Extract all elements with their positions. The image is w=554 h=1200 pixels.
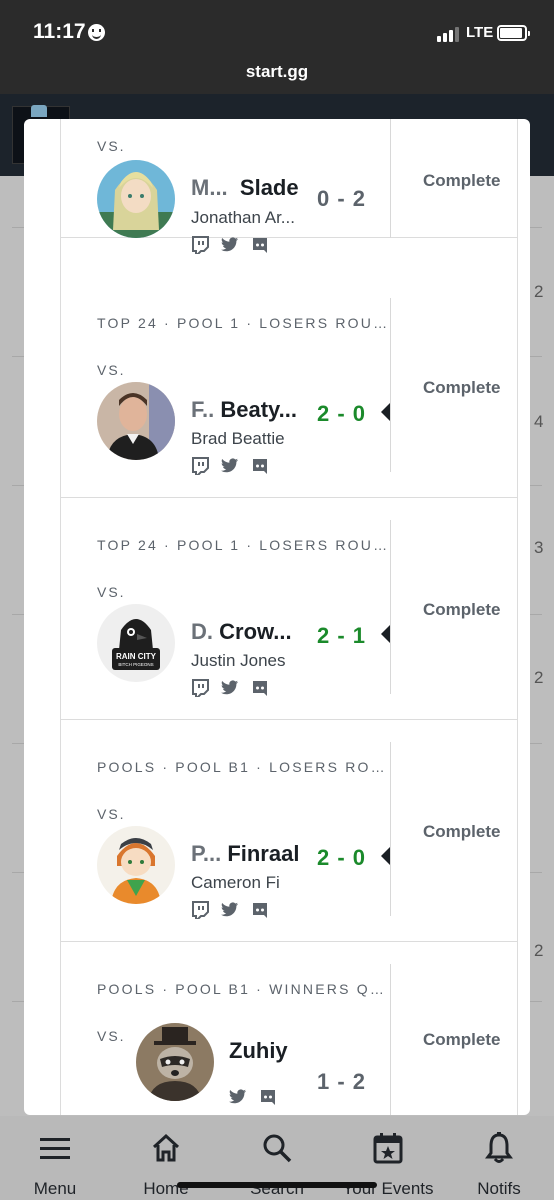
real-name: Justin Jones xyxy=(191,651,286,670)
svg-text:BITCH PIGEONS: BITCH PIGEONS xyxy=(118,662,153,667)
vs-label: VS. xyxy=(97,138,126,154)
match-list[interactable]: VS. M... Slade Jonathan Ar... 0 - 2 Comp… xyxy=(60,119,518,1115)
background-count: 2 xyxy=(534,941,544,960)
discord-icon[interactable] xyxy=(259,1088,277,1106)
match-card[interactable]: POOLS · POOL B1 · WINNERS QU... VS. Zuhi… xyxy=(61,942,517,1115)
player-name[interactable]: Zuhiy xyxy=(229,1038,288,1064)
svg-text:RAIN CITY: RAIN CITY xyxy=(116,652,157,661)
match-status: Complete xyxy=(423,378,501,397)
match-status: Complete xyxy=(423,1030,501,1049)
bell-icon xyxy=(444,1131,554,1165)
match-score: 2 - 0 xyxy=(317,401,367,426)
match-status: Complete xyxy=(423,171,501,190)
match-card[interactable]: VS. M... Slade Jonathan Ar... 0 - 2 Comp… xyxy=(61,119,517,255)
match-score: 2 - 0 xyxy=(317,845,367,870)
nav-label: Notifs xyxy=(477,1179,521,1198)
nav-label: Menu xyxy=(33,1179,77,1198)
winner-indicator xyxy=(381,403,390,421)
match-status: Complete xyxy=(423,600,501,619)
twitter-icon[interactable] xyxy=(229,1088,247,1106)
winner-indicator xyxy=(381,847,390,865)
menu-icon xyxy=(0,1131,110,1165)
twitch-icon[interactable] xyxy=(191,457,209,476)
gamertag: Slade xyxy=(239,175,299,200)
twitter-icon[interactable] xyxy=(221,457,239,475)
nav-search[interactable]: Search xyxy=(222,1131,332,1199)
network-label: LTE xyxy=(466,24,494,41)
twitch-icon[interactable] xyxy=(191,901,209,920)
match-score: 1 - 2 xyxy=(317,1069,367,1094)
sponsor-prefix: M... xyxy=(191,175,228,200)
player-avatar[interactable] xyxy=(136,1023,214,1101)
status-time: 11:17 xyxy=(33,20,86,43)
round-label: POOLS · POOL B1 · WINNERS QU... xyxy=(97,981,389,997)
vs-label: VS. xyxy=(97,584,126,600)
discord-icon[interactable] xyxy=(251,679,269,697)
player-avatar[interactable] xyxy=(97,382,175,460)
social-links xyxy=(191,236,269,255)
social-links xyxy=(191,679,269,698)
background-count: 4 xyxy=(534,412,544,431)
url-text: start.gg xyxy=(245,62,309,81)
nav-home[interactable]: Home xyxy=(111,1131,221,1199)
twitch-icon[interactable] xyxy=(191,236,209,255)
round-label: POOLS · POOL B1 · LOSERS ROU... xyxy=(97,759,389,775)
calendar-star-icon xyxy=(333,1131,443,1165)
gamertag: Crow... xyxy=(219,619,292,644)
vs-label: VS. xyxy=(97,806,126,822)
match-status: Complete xyxy=(423,822,501,841)
nav-notifs[interactable]: Notifs xyxy=(444,1131,554,1199)
sponsor-prefix: P... xyxy=(191,841,222,866)
match-card[interactable]: TOP 24 · POOL 1 · LOSERS ROUN... VS. RAI… xyxy=(61,498,517,720)
discord-icon[interactable] xyxy=(251,901,269,919)
background-count: 3 xyxy=(534,538,544,557)
match-score: 0 - 2 xyxy=(317,186,367,211)
match-history-modal: VS. M... Slade Jonathan Ar... 0 - 2 Comp… xyxy=(24,119,530,1115)
real-name: Brad Beattie xyxy=(191,429,285,448)
player-avatar[interactable]: RAIN CITY BITCH PIGEONS xyxy=(97,604,175,682)
twitter-icon[interactable] xyxy=(221,679,239,697)
twitch-icon[interactable] xyxy=(191,679,209,698)
social-links xyxy=(229,1088,277,1106)
battery-icon xyxy=(497,25,530,41)
search-icon xyxy=(222,1131,332,1165)
nav-menu[interactable]: Menu xyxy=(0,1131,110,1199)
player-avatar[interactable] xyxy=(97,826,175,904)
twitter-icon[interactable] xyxy=(221,901,239,919)
player-name[interactable]: D. Crow... xyxy=(191,619,292,645)
background-count: 2 xyxy=(534,282,544,301)
home-indicator xyxy=(177,1182,377,1188)
sponsor-prefix: F.. xyxy=(191,397,215,422)
signal-icon xyxy=(437,26,459,42)
status-bar: 11:17 LTE xyxy=(0,0,554,56)
match-card[interactable]: TOP 24 · POOL 1 · LOSERS ROUN... VS. F..… xyxy=(61,276,517,498)
player-avatar[interactable] xyxy=(97,160,175,238)
player-name[interactable]: M... Slade xyxy=(191,175,299,201)
player-name[interactable]: F.. Beaty... xyxy=(191,397,297,423)
match-card[interactable]: POOLS · POOL B1 · LOSERS ROU... VS. P...… xyxy=(61,720,517,942)
round-label: TOP 24 · POOL 1 · LOSERS ROUN... xyxy=(97,315,389,331)
background-count: 2 xyxy=(534,668,544,687)
player-name[interactable]: P... Finraal xyxy=(191,841,299,867)
winner-indicator xyxy=(381,625,390,643)
vs-label: VS. xyxy=(97,362,126,378)
gamertag: Beaty... xyxy=(220,397,297,422)
url-bar[interactable]: start.gg xyxy=(0,56,554,94)
social-links xyxy=(191,901,269,920)
round-label: TOP 24 · POOL 1 · LOSERS ROUN... xyxy=(97,537,389,553)
sponsor-prefix: D. xyxy=(191,619,213,644)
gamertag: Finraal xyxy=(227,841,300,866)
vs-label: VS. xyxy=(97,1028,126,1044)
home-icon xyxy=(111,1131,221,1165)
focus-mode-icon xyxy=(88,24,105,41)
real-name: Jonathan Ar... xyxy=(191,208,295,227)
discord-icon[interactable] xyxy=(251,236,269,254)
real-name: Cameron Fi xyxy=(191,873,280,892)
gamertag: Zuhiy xyxy=(229,1038,288,1063)
discord-icon[interactable] xyxy=(251,457,269,475)
match-score: 2 - 1 xyxy=(317,623,367,648)
social-links xyxy=(191,457,269,476)
nav-your-events[interactable]: Your Events xyxy=(333,1131,443,1199)
twitter-icon[interactable] xyxy=(221,236,239,254)
